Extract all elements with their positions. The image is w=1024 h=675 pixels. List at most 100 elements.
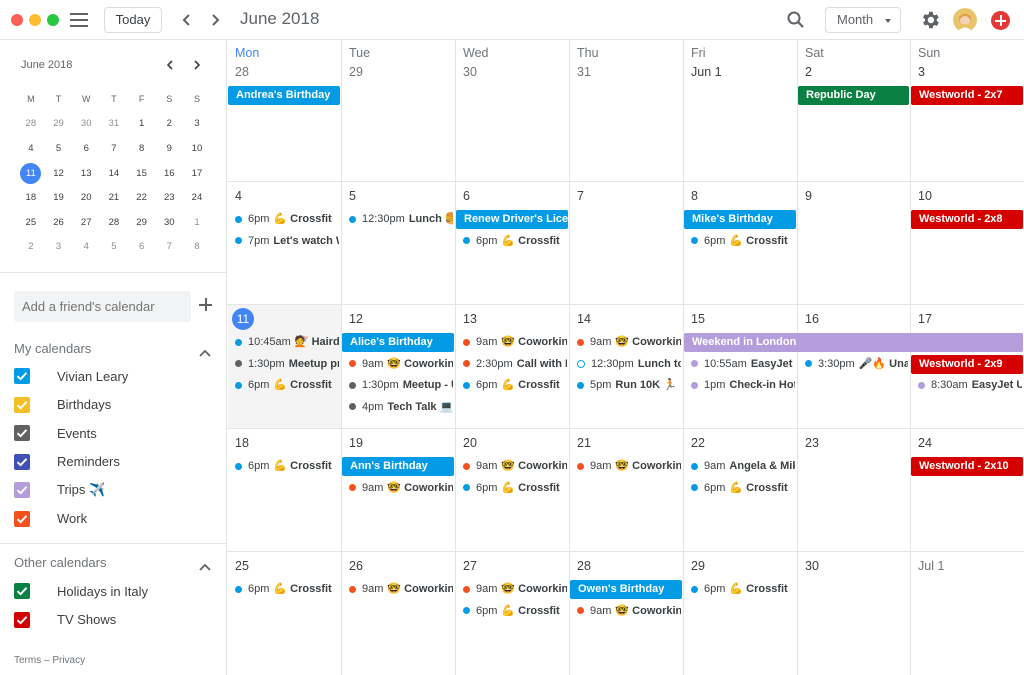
day-number[interactable]: 6 <box>463 189 470 203</box>
checkbox[interactable] <box>14 482 30 498</box>
day-number[interactable]: 28 <box>577 559 591 573</box>
mini-day[interactable]: 2 <box>155 118 183 129</box>
checkbox[interactable] <box>14 368 30 384</box>
mini-day[interactable]: 8 <box>183 241 211 252</box>
mini-day[interactable]: 7 <box>155 241 183 252</box>
day-number[interactable]: 21 <box>577 436 591 450</box>
day-number[interactable]: 4 <box>235 189 242 203</box>
event-item[interactable]: 9am🤓 Coworking <box>577 334 681 350</box>
day-number[interactable]: 7 <box>577 189 584 203</box>
day-number[interactable]: 30 <box>463 65 477 79</box>
event-item[interactable]: 3:30pm 🎤🔥 Una <box>805 356 908 372</box>
chevron-right-icon[interactable] <box>206 10 224 30</box>
day-number[interactable]: 15 <box>691 312 705 326</box>
all-day-event-chip[interactable]: Alice's Birthday <box>342 333 454 352</box>
mini-day[interactable]: 30 <box>155 217 183 228</box>
event-item[interactable]: 6pm 💪 Crossfit <box>463 603 567 619</box>
checkbox[interactable] <box>14 583 30 599</box>
day-number[interactable]: 28 <box>235 65 249 79</box>
event-item[interactable]: 9am🤓 Coworking <box>577 603 681 619</box>
mini-day[interactable]: 13 <box>72 168 100 179</box>
day-number[interactable]: 18 <box>235 436 249 450</box>
event-item[interactable]: 9amAngela & Mike <box>691 458 795 474</box>
gear-icon[interactable] <box>919 9 941 31</box>
all-day-event-chip[interactable]: Renew Driver's License <box>456 210 568 229</box>
mini-day[interactable]: 4 <box>17 143 45 154</box>
chevron-left-icon[interactable] <box>178 10 196 30</box>
mini-day[interactable]: 1 <box>128 118 156 129</box>
mini-day[interactable]: 19 <box>45 192 73 203</box>
day-number[interactable]: 29 <box>691 559 705 573</box>
chevron-up-icon[interactable] <box>199 344 211 357</box>
calendar-item[interactable]: Work <box>14 509 87 529</box>
day-number[interactable]: 31 <box>577 65 591 79</box>
checkbox[interactable] <box>14 425 30 441</box>
day-number[interactable]: 16 <box>805 312 819 326</box>
event-item[interactable]: 10:45am💇 Hairdr <box>235 334 339 350</box>
event-item[interactable]: 6pm 💪 Crossfit <box>235 581 339 597</box>
day-number[interactable]: Jul 1 <box>918 559 944 573</box>
checkbox[interactable] <box>14 611 30 628</box>
day-number[interactable]: 9 <box>805 189 812 203</box>
calendar-item[interactable]: TV Shows <box>14 610 116 630</box>
day-number[interactable]: 24 <box>918 436 932 450</box>
mini-day[interactable]: 24 <box>183 192 211 203</box>
mini-day[interactable]: 25 <box>17 217 45 228</box>
all-day-event-chip[interactable]: Andrea's Birthday <box>228 86 340 105</box>
mini-day[interactable]: 23 <box>155 192 183 203</box>
event-item[interactable]: 10:55amEasyJet U <box>691 356 795 372</box>
mini-day[interactable]: 29 <box>128 217 156 228</box>
day-number[interactable]: 12 <box>349 312 363 326</box>
all-day-event-chip[interactable]: Owen's Birthday <box>570 580 682 599</box>
add-friend-calendar-input[interactable] <box>14 291 191 322</box>
day-number[interactable]: 5 <box>349 189 356 203</box>
event-item[interactable]: 6pm 💪 Crossfit <box>235 377 339 393</box>
all-day-event-chip[interactable]: Westworld - 2x9 <box>911 355 1023 374</box>
mini-day[interactable]: 2 <box>17 241 45 252</box>
all-day-event-chip[interactable]: Ann's Birthday <box>342 457 454 476</box>
event-item[interactable]: 1:30pmMeetup pre <box>235 356 339 372</box>
mini-day[interactable]: 28 <box>17 118 45 129</box>
event-item[interactable]: 6pm 💪 Crossfit <box>235 211 339 227</box>
add-event-button[interactable] <box>991 11 1010 30</box>
mini-day[interactable]: 12 <box>45 168 73 179</box>
event-item[interactable]: 9am🤓 Coworking <box>349 581 453 597</box>
calendar-item[interactable]: Birthdays <box>14 395 111 415</box>
mini-day[interactable]: 31 <box>100 118 128 129</box>
mini-day[interactable]: 26 <box>45 217 73 228</box>
event-item[interactable]: 1pmCheck-in Hote <box>691 377 795 393</box>
mini-day[interactable]: 20 <box>72 192 100 203</box>
search-icon[interactable] <box>786 10 806 30</box>
day-number[interactable]: 2 <box>805 65 812 79</box>
today-button[interactable]: Today <box>104 7 162 33</box>
mini-day[interactable]: 5 <box>45 143 73 154</box>
calendar-item[interactable]: Vivian Leary <box>14 366 128 386</box>
all-day-event-chip[interactable]: Westworld - 2x7 <box>911 86 1023 105</box>
day-number[interactable]: 20 <box>463 436 477 450</box>
window-minimize-button[interactable] <box>29 14 41 26</box>
mini-day[interactable]: 16 <box>155 168 183 179</box>
mini-day[interactable]: 29 <box>45 118 73 129</box>
day-number[interactable]: 3 <box>918 65 925 79</box>
all-day-event-chip[interactable]: Republic Day <box>798 86 909 105</box>
day-number[interactable]: 26 <box>349 559 363 573</box>
event-item[interactable]: 12:30pm Lunch 🍔 <box>349 211 453 227</box>
event-item[interactable]: 9am🤓 Coworking <box>577 458 681 474</box>
mini-day[interactable]: 3 <box>45 241 73 252</box>
calendar-item[interactable]: Events <box>14 423 97 443</box>
checkbox[interactable] <box>14 510 30 527</box>
mini-day[interactable]: 18 <box>17 192 45 203</box>
event-item[interactable]: 9am🤓 Coworking <box>349 480 453 496</box>
checkbox[interactable] <box>14 396 30 413</box>
day-number[interactable]: 30 <box>805 559 819 573</box>
day-number[interactable]: 19 <box>349 436 363 450</box>
all-day-event-chip[interactable]: Mike's Birthday <box>684 210 796 229</box>
mini-day[interactable]: 3 <box>183 118 211 129</box>
event-item[interactable]: 6pm 💪 Crossfit <box>463 480 567 496</box>
mini-day[interactable]: 28 <box>100 217 128 228</box>
event-item[interactable]: 6pm 💪 Crossfit <box>691 480 795 496</box>
calendar-item[interactable]: Reminders <box>14 452 120 472</box>
calendar-item[interactable]: Holidays in Italy <box>14 581 148 601</box>
chevron-up-icon[interactable] <box>199 558 211 571</box>
mini-day[interactable]: 17 <box>183 168 211 179</box>
